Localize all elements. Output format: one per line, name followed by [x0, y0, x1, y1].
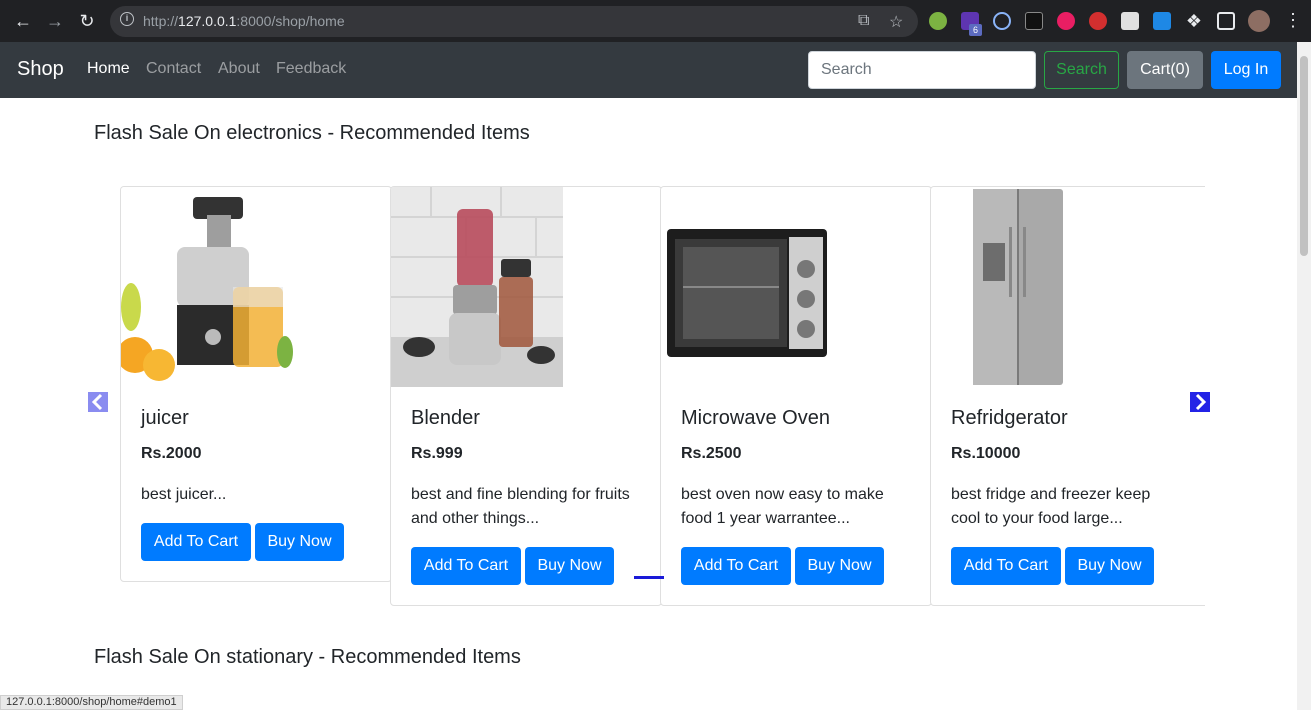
product-card-microwave-oven: Microwave Oven Rs.2500 best oven now eas… [660, 186, 932, 606]
product-price: Rs.10000 [951, 445, 1021, 462]
add-to-cart-button[interactable]: Add To Cart [951, 547, 1061, 585]
product-title: Microwave Oven [681, 407, 830, 429]
product-price: Rs.2500 [681, 445, 742, 462]
extension-add-icon[interactable] [929, 12, 947, 30]
search-input[interactable] [808, 51, 1036, 89]
product-price: Rs.2000 [141, 445, 202, 462]
browser-toolbar: ← → ↻ i http://127.0.0.1:8000/shop/home … [0, 0, 1311, 42]
add-to-cart-button[interactable]: Add To Cart [411, 547, 521, 585]
product-title: juicer [141, 407, 189, 429]
product-description: best and fine blending for fruits and ot… [411, 486, 630, 527]
extension-lighthouse-icon[interactable] [1025, 12, 1043, 30]
page-scrollbar[interactable] [1297, 42, 1311, 710]
add-to-cart-button[interactable]: Add To Cart [681, 547, 791, 585]
nav-link-contact[interactable]: Contact [146, 60, 201, 78]
buy-now-button[interactable]: Buy Now [525, 547, 614, 585]
nav-link-feedback[interactable]: Feedback [276, 60, 346, 78]
extension-react-icon[interactable] [993, 12, 1011, 30]
microwave-oven-image [661, 187, 833, 387]
buy-now-button[interactable]: Buy Now [1065, 547, 1154, 585]
nav-link-about[interactable]: About [218, 60, 260, 78]
scrollbar-thumb[interactable] [1300, 56, 1308, 256]
extension-badge: 6 [969, 24, 982, 36]
product-card-refridgerator: Refridgerator Rs.10000 best fridge and f… [930, 186, 1205, 606]
add-to-cart-button[interactable]: Add To Cart [141, 523, 251, 561]
login-button[interactable]: Log In [1211, 51, 1281, 89]
carousel-next-icon[interactable] [1190, 392, 1210, 412]
juicer-image [121, 187, 293, 387]
bookmark-star-icon[interactable]: ☆ [889, 12, 903, 32]
extensions-puzzle-icon[interactable]: ❖ [1183, 10, 1205, 32]
address-bar[interactable]: i http://127.0.0.1:8000/shop/home ⧉ ☆ [110, 6, 918, 37]
product-card-juicer: juicer Rs.2000 best juicer... Add To Car… [120, 186, 392, 582]
buy-now-button[interactable]: Buy Now [255, 523, 344, 561]
back-icon[interactable]: ← [12, 10, 34, 32]
extension-block-icon[interactable] [1089, 12, 1107, 30]
section-heading-stationary: Flash Sale On stationary - Recommended I… [94, 646, 521, 668]
cart-button[interactable]: Cart(0) [1127, 51, 1203, 89]
buy-now-button[interactable]: Buy Now [795, 547, 884, 585]
brand-logo[interactable]: Shop [17, 58, 64, 81]
extension-video-icon[interactable] [1153, 12, 1171, 30]
product-description: best fridge and freezer keep cool to you… [951, 486, 1151, 527]
share-icon[interactable]: ⧉ [858, 12, 869, 30]
reload-icon[interactable]: ↻ [76, 10, 98, 32]
product-description: best juicer... [141, 486, 227, 503]
forward-icon[interactable]: → [44, 10, 66, 32]
carousel-prev-icon[interactable] [88, 392, 108, 412]
blender-image [391, 187, 563, 387]
section-heading-electronics: Flash Sale On electronics - Recommended … [94, 122, 530, 144]
link-status-bar: 127.0.0.1:8000/shop/home#demo1 [0, 695, 183, 710]
extension-color-icon[interactable] [1057, 12, 1075, 30]
refridgerator-image [931, 187, 1103, 387]
product-title: Blender [411, 407, 480, 429]
product-title: Refridgerator [951, 407, 1068, 429]
profile-avatar[interactable] [1248, 10, 1270, 32]
product-card-blender: Blender Rs.999 best and fine blending fo… [390, 186, 662, 606]
side-panel-icon[interactable] [1217, 12, 1235, 30]
search-button[interactable]: Search [1044, 51, 1119, 89]
product-price: Rs.999 [411, 445, 463, 462]
nav-link-home[interactable]: Home [87, 60, 130, 78]
site-info-icon[interactable]: i [120, 12, 134, 26]
extension-b-icon[interactable] [1121, 12, 1139, 30]
product-description: best oven now easy to make food 1 year w… [681, 486, 884, 527]
carousel-indicator[interactable] [634, 576, 664, 579]
url-text: http://127.0.0.1:8000/shop/home [143, 13, 345, 29]
site-navbar: Shop Home Contact About Feedback Search … [0, 42, 1297, 98]
browser-menu-icon[interactable]: ⋮ [1284, 10, 1302, 32]
